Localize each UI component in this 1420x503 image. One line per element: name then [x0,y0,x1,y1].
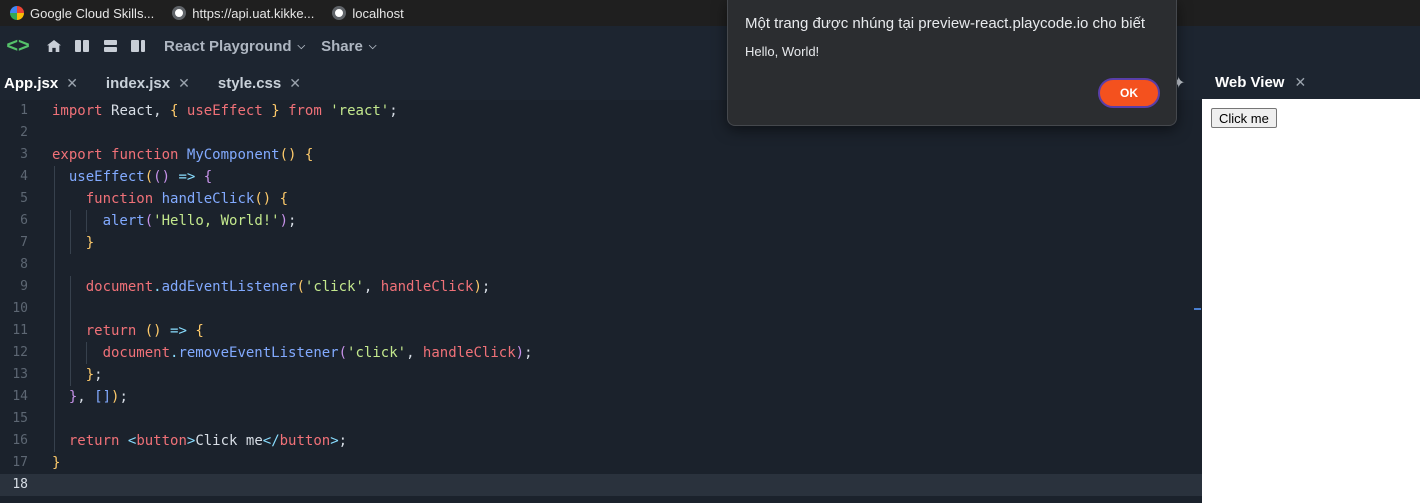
line-number: 5 [20,191,28,206]
bookmark-api-uat[interactable]: https://api.uat.kikke... [172,6,314,21]
globe-icon [172,6,187,20]
scrollbar-marker [1194,308,1201,310]
code-line: 10 [0,298,1202,320]
bookmarks-bar: Google Cloud Skills... https://api.uat.k… [0,0,1420,26]
layout-columns-icon[interactable] [72,38,92,54]
project-menu-label: React Playground [164,37,292,55]
code-line: 15 [0,408,1202,430]
tab-index-jsx[interactable]: index.jsx ✕ [102,75,190,92]
ok-button[interactable]: OK [1098,78,1160,108]
tab-app-jsx[interactable]: App.jsx ✕ [0,75,78,92]
webview-header: Web View ✕ [1202,66,1420,99]
line-number: 13 [12,367,28,382]
code-line: 3 export function MyComponent() { [0,144,1202,166]
code-line: 12 document.removeEventListener('click',… [0,342,1202,364]
dialog-title: Một trang được nhúng tại preview-react.p… [745,15,1146,32]
playcode-logo-icon[interactable]: <> [0,35,36,58]
globe-icon [332,6,347,20]
bookmark-localhost[interactable]: localhost [332,5,404,21]
close-icon[interactable]: ✕ [1294,74,1306,91]
code-line: 11 return () => { [0,320,1202,342]
code-line-current: 18 [0,474,1202,496]
code-line: 5 function handleClick() { [0,188,1202,210]
line-number: 9 [20,279,28,294]
close-icon[interactable]: ✕ [178,75,190,92]
close-icon[interactable]: ✕ [289,75,301,92]
line-number: 14 [12,389,28,404]
click-me-button[interactable]: Click me [1211,108,1277,128]
line-number: 17 [12,455,28,470]
google-cloud-icon [10,6,24,20]
code-line: 6 alert('Hello, World!'); [0,210,1202,232]
alert-dialog: Một trang được nhúng tại preview-react.p… [727,0,1177,126]
code-line: 7 } [0,232,1202,254]
bookmark-label: Google Cloud Skills... [30,5,155,21]
webview-title: Web View [1215,74,1285,91]
code-line: 9 document.addEventListener('click', han… [0,276,1202,298]
home-icon[interactable] [44,38,64,54]
line-number: 8 [20,257,28,272]
code-line: 13 }; [0,364,1202,386]
share-menu-label: Share [321,37,363,55]
line-number: 16 [12,433,28,448]
line-number: 4 [20,169,28,184]
line-number: 12 [12,345,28,360]
line-number: 3 [20,147,28,162]
line-number: 15 [12,411,28,426]
layout-rows-icon[interactable] [100,38,120,54]
share-menu[interactable]: Share ⌵ [321,38,376,55]
tab-style-css[interactable]: style.css ✕ [214,75,301,92]
code-line: 8 [0,254,1202,276]
line-number: 7 [20,235,28,250]
tab-label: App.jsx [4,74,59,92]
code-line: 14 }, []); [0,386,1202,408]
line-number: 11 [12,323,28,338]
bookmark-label: localhost [352,5,404,21]
line-number: 1 [20,103,28,118]
line-number: 18 [12,477,28,492]
bookmark-label: https://api.uat.kikke... [192,5,315,21]
code-line: 4 useEffect(() => { [0,166,1202,188]
dialog-message: Hello, World! [745,44,820,59]
layout-sidebar-right-icon[interactable] [128,38,148,54]
code-editor[interactable]: 1 import React, { useEffect } from 'react… [0,100,1202,503]
code-line: 16 return <button>Click me</button>; [0,430,1202,452]
line-number: 6 [20,213,28,228]
bookmark-google-cloud[interactable]: Google Cloud Skills... [10,6,154,21]
chevron-down-icon: ⌵ [368,40,377,52]
code-line: 17} [0,452,1202,474]
app-toolbar: <> React Playground ⌵ Share ⌵ [0,26,1420,66]
line-number: 2 [20,125,28,140]
tab-label: index.jsx [105,74,171,92]
webview-preview: Click me [1202,99,1420,503]
chevron-down-icon: ⌵ [297,40,306,52]
project-menu[interactable]: React Playground ⌵ [164,38,305,55]
close-icon[interactable]: ✕ [66,75,78,92]
line-number: 10 [12,301,28,316]
tab-label: style.css [217,74,282,92]
